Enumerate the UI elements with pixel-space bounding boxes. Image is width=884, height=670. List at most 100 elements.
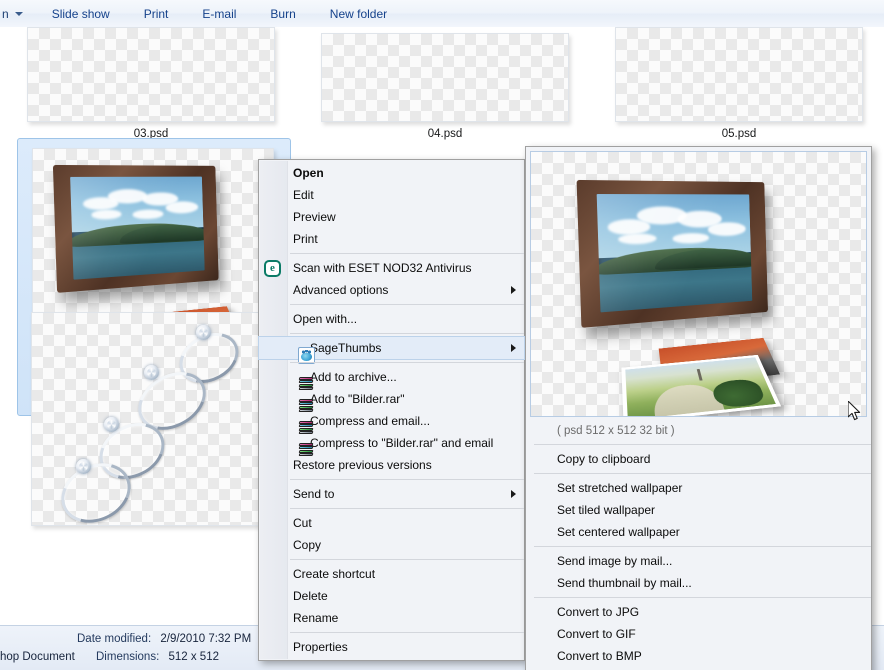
chevron-right-icon	[511, 286, 516, 294]
toolbar-item-label: Print	[144, 7, 169, 21]
chevron-right-icon	[511, 344, 516, 352]
menu-item-preview[interactable]: Preview	[259, 206, 524, 228]
explorer-window: n Slide show Print E-mail Burn New folde…	[0, 0, 884, 670]
file-item-04[interactable]: 04.psd	[321, 33, 569, 140]
menu-item-print[interactable]: Print	[259, 228, 524, 250]
rings-artwork	[32, 313, 270, 525]
status-date-label: Date modified:	[77, 633, 151, 645]
submenu-item-label: Convert to GIF	[557, 627, 636, 641]
file-item-03[interactable]: 03.psd	[27, 27, 275, 140]
submenu-item-set-stretched-wallpaper[interactable]: Set stretched wallpaper	[526, 477, 871, 499]
menu-item-open[interactable]: Open	[259, 162, 524, 184]
submenu-item-label: Set centered wallpaper	[557, 525, 680, 539]
menu-item-label: Open	[293, 166, 324, 180]
submenu-item-convert-to-jpg[interactable]: Convert to JPG	[526, 601, 871, 623]
menu-item-label: Restore previous versions	[293, 458, 432, 472]
submenu-item-copy-to-clipboard[interactable]: Copy to clipboard	[526, 448, 871, 470]
submenu-item-send-image-by-mail[interactable]: Send image by mail...	[526, 550, 871, 572]
sagethumbs-icon	[298, 347, 315, 364]
status-filetype-value: hop Document	[0, 651, 75, 663]
submenu-item-label: Set tiled wallpaper	[557, 503, 655, 517]
toolbar-item-new-folder[interactable]: New folder	[319, 3, 398, 25]
submenu-item-convert-to-bmp[interactable]: Convert to BMP	[526, 645, 871, 667]
menu-separator	[290, 632, 524, 633]
menu-item-open-with[interactable]: Open with...	[259, 308, 524, 330]
menu-item-label: Cut	[293, 516, 312, 530]
file-label: 04.psd	[321, 128, 569, 140]
transparency-checker	[616, 28, 862, 121]
file-item-rings[interactable]	[31, 312, 271, 526]
menu-item-compress-to-bilder-rar-and-email[interactable]: Compress to "Bilder.rar" and email	[259, 432, 524, 454]
thumbnail	[31, 312, 271, 526]
organize-label: n	[2, 7, 9, 21]
menu-separator	[290, 559, 524, 560]
menu-separator	[290, 333, 524, 334]
menu-item-add-to-bilder-rar[interactable]: Add to "Bilder.rar"	[259, 388, 524, 410]
toolbar: n Slide show Print E-mail Burn New folde…	[0, 0, 884, 28]
submenu-item-set-centered-wallpaper[interactable]: Set centered wallpaper	[526, 521, 871, 543]
context-menu[interactable]: Open Edit Preview Print e Scan with ESET NOD3…	[258, 159, 525, 661]
menu-item-label: Add to "Bilder.rar"	[310, 392, 405, 406]
menu-item-add-to-archive[interactable]: Add to archive...	[259, 366, 524, 388]
menu-item-compress-and-email[interactable]: Compress and email...	[259, 410, 524, 432]
menu-separator	[290, 479, 524, 480]
submenu-item-convert-to-gif[interactable]: Convert to GIF	[526, 623, 871, 645]
submenu-item-label: Send image by mail...	[557, 554, 672, 568]
toolbar-item-label: Slide show	[52, 7, 110, 21]
organize-button[interactable]: n	[0, 7, 25, 21]
menu-separator	[290, 508, 524, 509]
thumbnail	[615, 27, 863, 122]
menu-item-scan-with-eset-nod32-antivirus[interactable]: e Scan with ESET NOD32 Antivirus	[259, 257, 524, 279]
toolbar-item-slide-show[interactable]: Slide show	[41, 3, 121, 25]
menu-item-rename[interactable]: Rename	[259, 607, 524, 629]
menu-item-label: Scan with ESET NOD32 Antivirus	[293, 261, 472, 275]
framed-photo-preview-artwork	[531, 152, 866, 416]
menu-item-copy[interactable]: Copy	[259, 534, 524, 556]
status-date: Date modified: 2/9/2010 7:32 PM	[77, 633, 251, 645]
menu-item-send-to[interactable]: Send to	[259, 483, 524, 505]
menu-item-edit[interactable]: Edit	[259, 184, 524, 206]
submenu-item-label: Copy to clipboard	[557, 452, 650, 466]
menu-item-properties[interactable]: Properties	[259, 636, 524, 658]
menu-item-label: Add to archive...	[310, 370, 397, 384]
toolbar-item-burn[interactable]: Burn	[259, 3, 306, 25]
menu-item-restore-previous-versions[interactable]: Restore previous versions	[259, 454, 524, 476]
menu-item-create-shortcut[interactable]: Create shortcut	[259, 563, 524, 585]
menu-separator	[534, 473, 871, 474]
menu-item-cut[interactable]: Cut	[259, 512, 524, 534]
status-filetype: hop Document	[0, 651, 75, 663]
sagethumbs-submenu[interactable]: ( psd 512 x 512 32 bit ) Copy to clipboa…	[525, 146, 872, 670]
menu-item-delete[interactable]: Delete	[259, 585, 524, 607]
menu-item-label: Send to	[293, 487, 334, 501]
transparency-checker	[322, 34, 568, 121]
menu-item-label: Compress to "Bilder.rar" and email	[310, 436, 493, 450]
submenu-item-label: Set stretched wallpaper	[557, 481, 682, 495]
menu-item-label: SageThumbs	[310, 341, 381, 355]
status-dimensions-label: Dimensions:	[96, 651, 159, 663]
toolbar-item-label: E-mail	[202, 7, 236, 21]
menu-item-label: Create shortcut	[293, 567, 375, 581]
file-item-05[interactable]: 05.psd	[615, 27, 863, 140]
submenu-item-label: Send thumbnail by mail...	[557, 576, 692, 590]
menu-item-label: Print	[293, 232, 318, 246]
menu-item-label: Advanced options	[293, 283, 388, 297]
menu-separator	[290, 304, 524, 305]
menu-item-advanced-options[interactable]: Advanced options	[259, 279, 524, 301]
menu-item-label: Open with...	[293, 312, 357, 326]
toolbar-item-label: Burn	[270, 7, 295, 21]
menu-separator	[534, 546, 871, 547]
menu-separator	[290, 253, 524, 254]
menu-separator	[290, 362, 524, 363]
toolbar-item-print[interactable]: Print	[133, 3, 180, 25]
submenu-item-label: Convert to BMP	[557, 649, 642, 663]
submenu-item-label: Convert to JPG	[557, 605, 639, 619]
menu-item-label: Edit	[293, 188, 314, 202]
submenu-item-send-thumbnail-by-mail[interactable]: Send thumbnail by mail...	[526, 572, 871, 594]
menu-item-sagethumbs[interactable]: SageThumbs	[259, 337, 524, 359]
toolbar-item-email[interactable]: E-mail	[191, 3, 247, 25]
menu-separator	[534, 597, 871, 598]
menu-item-label: Rename	[293, 611, 338, 625]
menu-separator	[534, 444, 871, 445]
menu-item-label: Delete	[293, 589, 328, 603]
submenu-item-set-tiled-wallpaper[interactable]: Set tiled wallpaper	[526, 499, 871, 521]
